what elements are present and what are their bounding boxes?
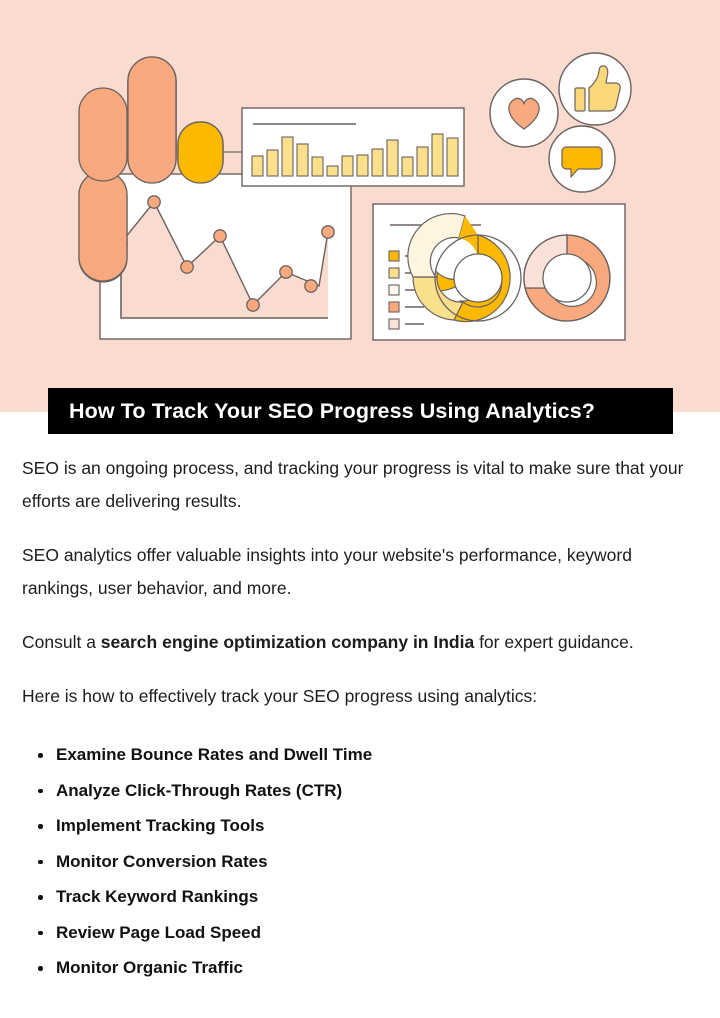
donut-chart-right <box>523 234 611 322</box>
paragraph-2-segment-1: SEO analytics offer valuable insights in… <box>22 545 632 598</box>
bar-chart-panel <box>241 107 465 187</box>
paragraph-3-segment-2: search engine optimization company in In… <box>100 632 475 652</box>
legend-swatch-4 <box>388 301 400 313</box>
list-item: Track Keyword Rankings <box>36 879 720 915</box>
list-item: Implement Tracking Tools <box>36 808 720 844</box>
heart-bubble <box>489 78 559 148</box>
list-item: Monitor Conversion Rates <box>36 844 720 880</box>
paragraph-2: SEO analytics offer valuable insights in… <box>22 539 698 626</box>
paragraph-3-segment-3: for expert guidance. <box>474 632 634 652</box>
line-chart-panel <box>99 173 352 340</box>
legend-swatch-2 <box>388 267 400 279</box>
page-title: How To Track Your SEO Progress Using Ana… <box>69 398 596 423</box>
donut-chart-panel <box>372 203 626 341</box>
legend-swatch-3 <box>388 284 400 296</box>
seo-analytics-dashboard-illustration <box>0 0 720 412</box>
list-item: Analyze Click-Through Rates (CTR) <box>36 773 720 809</box>
paragraph-4-segment-1: Here is how to effectively track your SE… <box>22 686 538 706</box>
seo-steps-list: Examine Bounce Rates and Dwell Time Analy… <box>0 737 720 986</box>
hero-illustration-band <box>0 0 720 412</box>
donut-right-hole <box>542 253 592 303</box>
paragraph-4: Here is how to effectively track your SE… <box>22 680 698 734</box>
paragraph-1-segment-1: SEO is an ongoing process, and tracking … <box>22 458 684 511</box>
donut-left-hole <box>453 253 503 303</box>
list-item: Review Page Load Speed <box>36 915 720 951</box>
paragraph-3: Consult a search engine optimization com… <box>22 626 698 680</box>
list-item: Examine Bounce Rates and Dwell Time <box>36 737 720 773</box>
thumbs-up-icon-base <box>574 87 586 112</box>
page-title-bar: How To Track Your SEO Progress Using Ana… <box>48 388 673 434</box>
list-item: Monitor Organic Traffic <box>36 950 720 986</box>
chat-bubble-bubble <box>548 125 616 193</box>
paragraph-1: SEO is an ongoing process, and tracking … <box>22 452 698 539</box>
article-body: SEO is an ongoing process, and tracking … <box>0 452 720 986</box>
legend-swatch-1 <box>388 250 400 262</box>
paragraph-3-segment-1: Consult a <box>22 632 101 652</box>
thumbs-up-bubble <box>558 52 632 126</box>
legend-swatch-5 <box>388 318 400 330</box>
